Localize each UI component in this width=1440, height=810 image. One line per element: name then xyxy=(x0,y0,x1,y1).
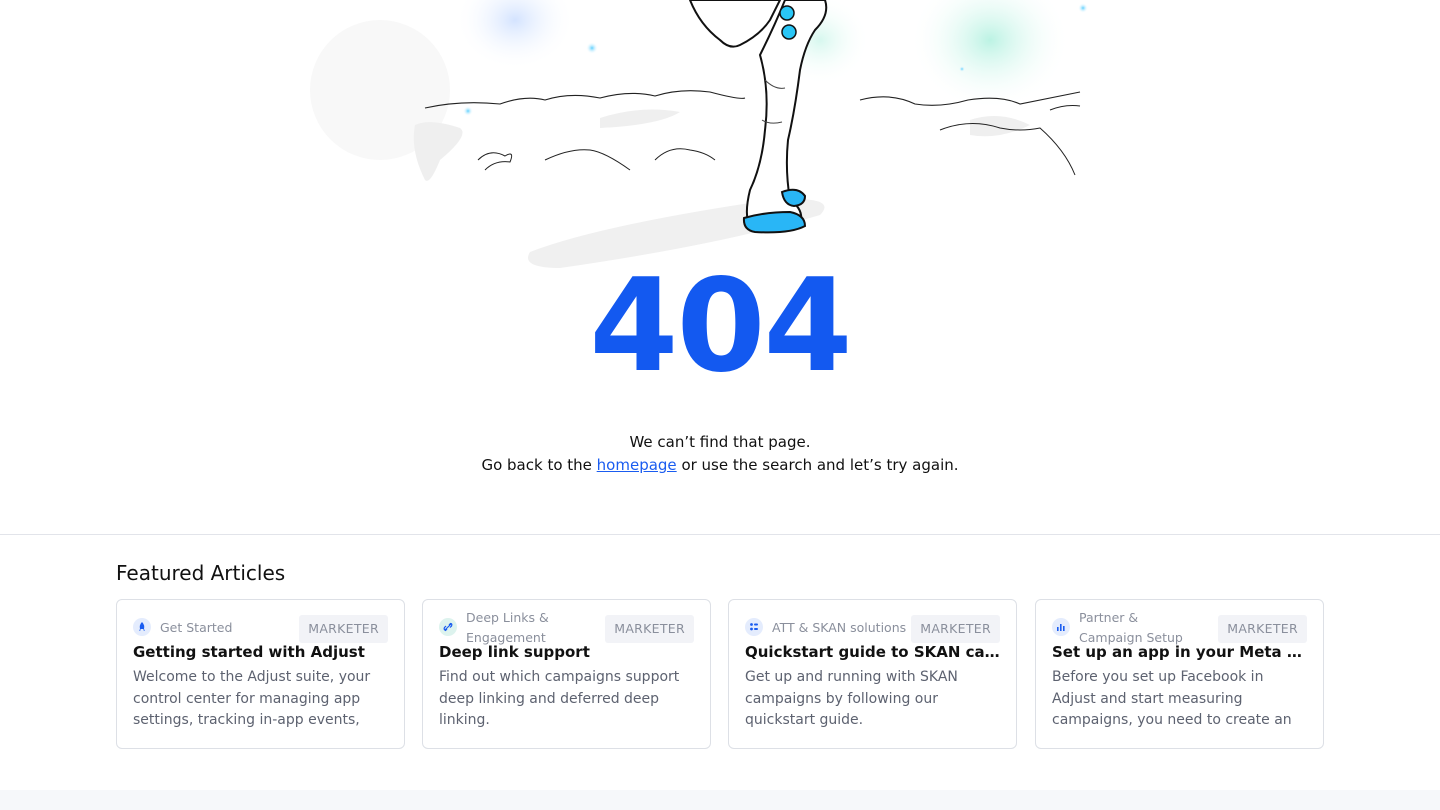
rock-outline xyxy=(544,149,631,171)
error-message-line2: Go back to the homepage or use the searc… xyxy=(0,454,1440,477)
glow-green xyxy=(910,0,1070,110)
card-header: Deep Links & Engagement MARKETER xyxy=(439,608,694,645)
star-dot xyxy=(463,106,473,116)
suit-button xyxy=(781,24,797,40)
card-title[interactable]: Set up an app in your Meta develo... xyxy=(1052,642,1307,662)
article-card[interactable]: Partner & Campaign Setup MARKETER Set up… xyxy=(1035,599,1324,749)
card-description: Find out which campaigns support deep li… xyxy=(439,669,680,728)
featured-articles-heading: Featured Articles xyxy=(116,561,286,585)
card-title[interactable]: Deep link support xyxy=(439,642,694,662)
rock-shadow-left xyxy=(413,122,463,181)
card-header: Partner & Campaign Setup MARKETER xyxy=(1052,608,1307,645)
rock-outline xyxy=(654,148,716,161)
error-message-line1: We can’t find that page. xyxy=(629,433,811,451)
terrain-outline xyxy=(424,90,746,109)
astronaut-illustration xyxy=(310,0,1088,268)
star-dot xyxy=(1078,3,1088,13)
role-badge: MARKETER xyxy=(605,615,694,643)
article-card[interactable]: ATT & SKAN solutions MARKETER Quickstart… xyxy=(728,599,1017,749)
article-card[interactable]: Deep Links & Engagement MARKETER Deep li… xyxy=(422,599,711,749)
rock-outline xyxy=(477,152,513,171)
rock-shadow-right xyxy=(970,116,1030,137)
error-code: 404 xyxy=(589,252,852,401)
star-dot xyxy=(959,66,965,72)
bar-chart-icon xyxy=(1052,618,1070,636)
featured-articles-list: Get Started MARKETER Getting started wit… xyxy=(116,599,1325,749)
homepage-link[interactable]: homepage xyxy=(597,456,677,474)
line2-suffix: or use the search and let’s try again. xyxy=(676,456,959,474)
rocket-icon xyxy=(133,618,151,636)
card-title[interactable]: Getting started with Adjust xyxy=(133,642,388,662)
suit-button xyxy=(779,5,795,21)
footer-edge xyxy=(0,790,1440,810)
line2-prefix: Go back to the xyxy=(481,456,597,474)
card-header: ATT & SKAN solutions MARKETER xyxy=(745,608,1000,644)
card-description: Welcome to the Adjust suite, your contro… xyxy=(133,669,371,728)
role-badge: MARKETER xyxy=(911,615,1000,643)
glow-blue xyxy=(455,0,575,70)
link-icon xyxy=(439,618,457,636)
astronaut-boot xyxy=(742,210,807,234)
card-title[interactable]: Quickstart guide to SKAN campai... xyxy=(745,642,1000,662)
card-description: Before you set up Facebook in Adjust and… xyxy=(1052,669,1292,728)
section-divider xyxy=(0,534,1440,535)
card-header: Get Started MARKETER xyxy=(133,608,388,644)
star-dot xyxy=(586,42,598,54)
role-badge: MARKETER xyxy=(299,615,388,643)
grid-icon xyxy=(745,618,763,636)
error-message: We can’t find that page. Go back to the … xyxy=(0,431,1440,477)
rock-outline xyxy=(1049,105,1081,111)
card-description: Get up and running with SKAN campaigns b… xyxy=(745,669,958,728)
article-card[interactable]: Get Started MARKETER Getting started wit… xyxy=(116,599,405,749)
role-badge: MARKETER xyxy=(1218,615,1307,643)
rock-shadow xyxy=(600,109,680,128)
hero-section: 404 We can’t find that page. Go back to … xyxy=(0,0,1440,534)
